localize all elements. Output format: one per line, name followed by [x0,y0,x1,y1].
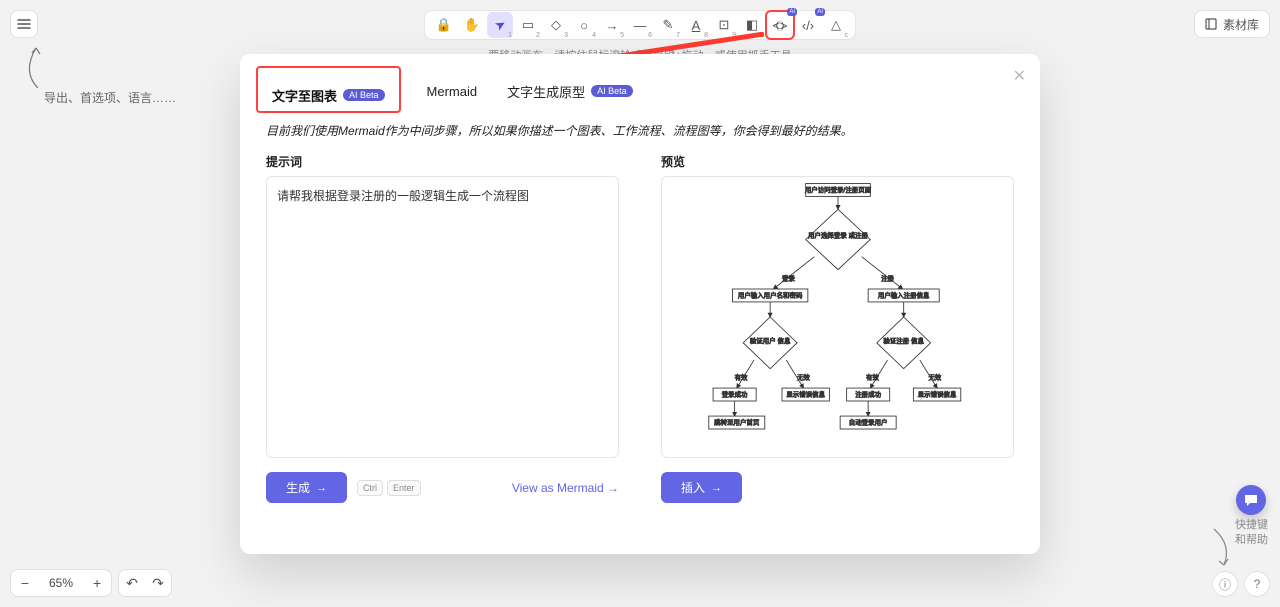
zoom-controls: − 65% + ↶ ↷ [10,569,172,597]
info-button[interactable]: ⓘ [1212,571,1238,597]
svg-text:用户输入用户名和密码: 用户输入用户名和密码 [737,291,802,300]
insert-button-label: 插入 [681,479,705,496]
svg-text:有效: 有效 [734,372,747,381]
svg-text:跳转至用户首页: 跳转至用户首页 [714,418,760,427]
tab-mermaid[interactable]: Mermaid [423,78,482,105]
zoom-percentage[interactable]: 65% [39,576,83,590]
redo-button[interactable]: ↷ [145,570,171,596]
flowchart-preview: 用户访问登录/注册页面 用户选择登录 或注册 登录 注册 用户输入用户名和密码 … [678,177,998,457]
generate-button-label: 生成 [286,479,310,496]
shapes-tool[interactable]: △c [823,12,849,38]
rectangle-tool[interactable]: ▭2 [515,12,541,38]
ai-diagram-modal: ✕ 文字至图表 AI Beta Mermaid 文字生成原型 AI Beta 目… [240,54,1040,554]
ai-diagram-tool[interactable]: ⦓⦔AI [767,12,793,38]
image-tool[interactable]: ⊡9 [711,12,737,38]
eraser-tool[interactable]: ◧0 [739,12,765,38]
preview-box: 用户访问登录/注册页面 用户选择登录 或注册 登录 注册 用户输入用户名和密码 … [661,176,1014,458]
main-menu-button[interactable] [10,10,38,38]
prompt-column: 提示词 生成→ Ctrl Enter View as Mermaid → [266,153,619,503]
modal-close-button[interactable]: ✕ [1013,66,1026,86]
zoom-in-button[interactable]: + [83,570,111,596]
preview-column: 预览 用户访问登录/注册页面 用户选择登录 或注册 登录 注册 用户输入用 [661,153,1014,503]
tab-label: 文字至图表 [272,86,337,105]
prompt-input[interactable] [266,176,619,458]
tab-label: 文字生成原型 [507,82,585,101]
svg-text:显示错误信息: 显示错误信息 [917,390,956,399]
preview-header: 预览 [661,153,1014,170]
menu-icon [17,17,31,31]
ellipse-tool[interactable]: ○4 [571,12,597,38]
svg-text:登录成功: 登录成功 [721,390,747,399]
library-icon [1205,18,1217,30]
undo-button[interactable]: ↶ [119,570,145,596]
chat-fab[interactable] [1236,485,1266,515]
annotation-text-1: 导出、首选项、语言…… [44,89,176,106]
svg-text:无效: 无效 [797,372,810,381]
svg-text:显示错误信息: 显示错误信息 [786,390,825,399]
diamond-tool[interactable]: ◇3 [543,12,569,38]
material-library-label: 素材库 [1223,16,1259,33]
ai-beta-badge: AI Beta [343,89,385,101]
chat-icon [1243,492,1259,508]
svg-text:验证用户 信息: 验证用户 信息 [749,336,790,345]
keyboard-hint: Ctrl Enter [357,480,421,496]
help-buttons: ⓘ ? [1212,571,1270,597]
generate-button[interactable]: 生成→ [266,472,347,503]
svg-text:有效: 有效 [866,372,879,381]
annotation-arrow-2 [1210,527,1236,567]
arrow-tool[interactable]: →5 [599,12,625,38]
svg-text:注册: 注册 [881,273,894,282]
svg-text:用户访问登录/注册页面: 用户访问登录/注册页面 [804,185,871,194]
ai-beta-badge: AI Beta [591,85,633,97]
lock-tool[interactable]: 🔒 [431,12,457,38]
tab-label: Mermaid [427,84,478,99]
prompt-header: 提示词 [266,153,619,170]
svg-text:用户选择登录 或注册: 用户选择登录 或注册 [808,230,868,239]
help-button[interactable]: ? [1244,571,1270,597]
svg-text:自动登录用户: 自动登录用户 [848,418,887,427]
hand-tool[interactable]: ✋ [459,12,485,38]
zoom-out-button[interactable]: − [11,570,39,596]
svg-text:用户输入注册信息: 用户输入注册信息 [877,291,929,300]
svg-text:无效: 无效 [928,372,941,381]
modal-note-text: 目前我们使用Mermaid作为中间步骤，所以如果你描述一个图表、工作流程、流程图… [266,122,1014,139]
draw-tool[interactable]: ✎7 [655,12,681,38]
annotation-text-2: 快捷键 和帮助 [1235,518,1268,547]
select-tool[interactable]: ➤1 [487,12,513,38]
view-as-mermaid-link[interactable]: View as Mermaid → [512,481,619,495]
annotation-arrow-1 [18,42,48,90]
text-tool[interactable]: A8 [683,12,709,38]
material-library-button[interactable]: 素材库 [1194,10,1270,38]
svg-text:登录: 登录 [782,273,795,282]
insert-button[interactable]: 插入→ [661,472,742,503]
line-tool[interactable]: —6 [627,12,653,38]
tab-text-to-diagram[interactable]: 文字至图表 AI Beta [256,66,401,113]
ai-code-tool[interactable]: ‹/›AI [795,12,821,38]
svg-text:验证注册 信息: 验证注册 信息 [883,336,924,345]
svg-text:注册成功: 注册成功 [855,390,881,399]
tab-text-to-prototype[interactable]: 文字生成原型 AI Beta [503,76,637,107]
top-toolbar: 🔒 ✋ ➤1 ▭2 ◇3 ○4 →5 —6 ✎7 A8 ⊡9 ◧0 ⦓⦔AI ‹… [424,10,856,40]
modal-tabs: 文字至图表 AI Beta Mermaid 文字生成原型 AI Beta [266,70,1014,112]
